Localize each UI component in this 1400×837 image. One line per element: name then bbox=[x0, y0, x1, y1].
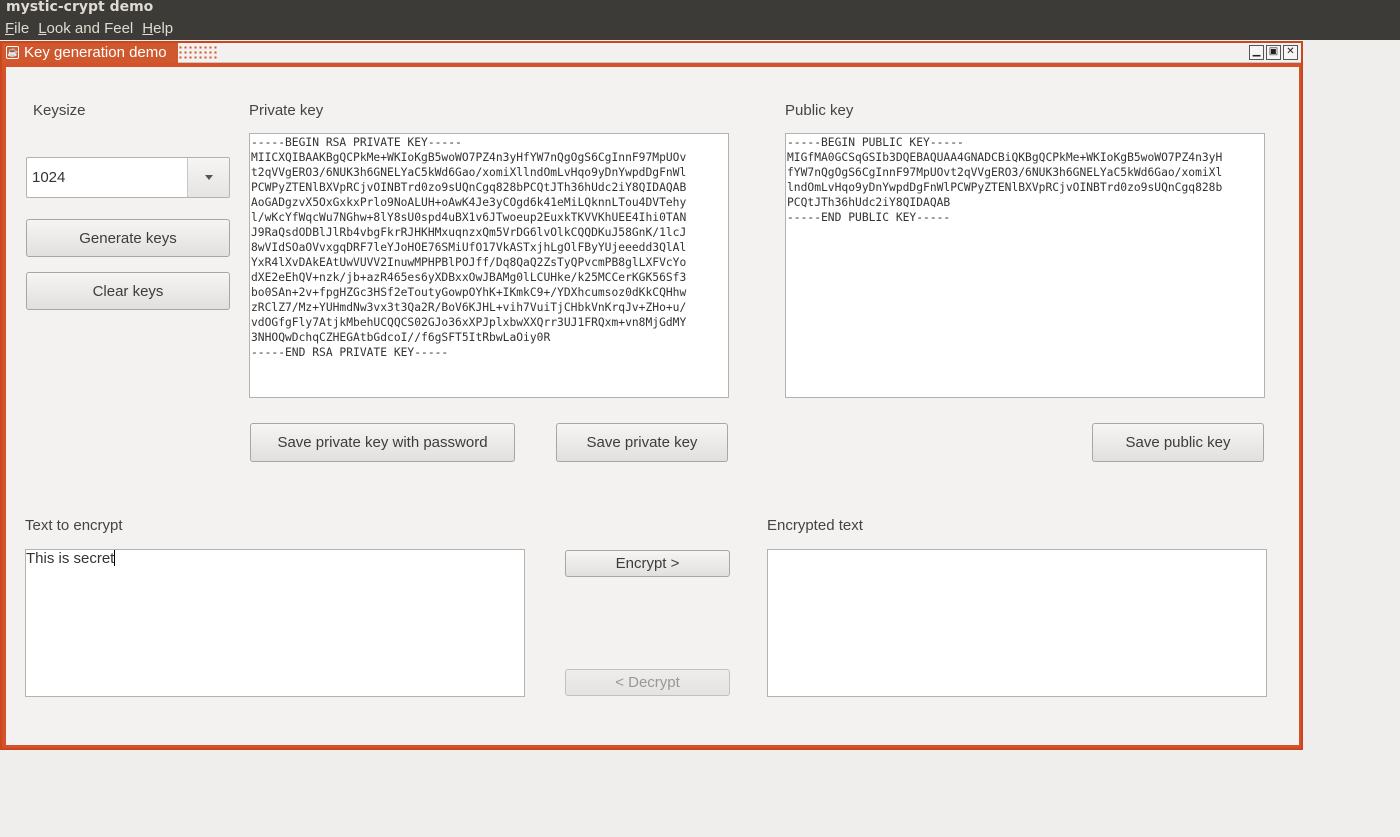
text-to-encrypt-label: Text to encrypt bbox=[25, 517, 123, 534]
menu-help-mnemonic: H bbox=[142, 20, 154, 37]
menu-look-and-feel[interactable]: Look and Feel bbox=[38, 20, 133, 37]
private-key-text: -----BEGIN RSA PRIVATE KEY----- MIICXQIB… bbox=[251, 136, 687, 359]
menu-help[interactable]: Help bbox=[142, 20, 173, 37]
close-icon[interactable]: ✕ bbox=[1283, 45, 1298, 60]
text-to-encrypt-textarea[interactable]: This is secret bbox=[25, 549, 525, 697]
menu-file-mnemonic: F bbox=[5, 20, 15, 37]
text-to-encrypt-content: This is secret bbox=[26, 550, 115, 567]
public-key-text: -----BEGIN PUBLIC KEY----- MIGfMA0GCSqGS… bbox=[787, 136, 1223, 224]
java-cup-icon: ☕ bbox=[6, 46, 19, 59]
public-key-textarea[interactable]: -----BEGIN PUBLIC KEY----- MIGfMA0GCSqGS… bbox=[785, 133, 1265, 398]
frame-content: Keysize 1024 Generate keys Clear keys Pr… bbox=[6, 67, 1299, 745]
app-title: mystic-crypt demo bbox=[0, 0, 1400, 17]
clear-keys-button[interactable]: Clear keys bbox=[26, 272, 230, 310]
private-key-label: Private key bbox=[249, 102, 324, 119]
keysize-combobox[interactable]: 1024 bbox=[26, 157, 230, 198]
save-public-key-button[interactable]: Save public key bbox=[1092, 423, 1264, 462]
private-key-textarea[interactable]: -----BEGIN RSA PRIVATE KEY----- MIICXQIB… bbox=[249, 133, 729, 398]
public-key-label: Public key bbox=[785, 102, 854, 119]
keysize-label: Keysize bbox=[33, 102, 86, 119]
menu-look-label: ook and Feel bbox=[46, 20, 134, 37]
frame-title-tab[interactable]: ☕ Key generation demo bbox=[2, 43, 178, 63]
menu-file[interactable]: File bbox=[5, 20, 29, 37]
menu-look-mnemonic: L bbox=[38, 20, 47, 37]
save-private-key-with-password-button[interactable]: Save private key with password bbox=[250, 423, 515, 462]
titlebar-grip bbox=[178, 45, 218, 61]
save-private-key-button[interactable]: Save private key bbox=[556, 423, 728, 462]
keysize-value: 1024 bbox=[32, 169, 66, 186]
menu-file-label: ile bbox=[14, 20, 30, 37]
frame-titlebar[interactable]: ☕ Key generation demo ▁ ▣ ✕ bbox=[2, 43, 1301, 63]
decrypt-button[interactable]: < Decrypt bbox=[565, 669, 730, 696]
encrypted-text-textarea[interactable] bbox=[767, 549, 1267, 697]
encrypted-text-label: Encrypted text bbox=[767, 517, 863, 534]
menubar: File Look and Feel Help bbox=[0, 17, 1400, 40]
menu-help-label: elp bbox=[153, 20, 174, 37]
minimize-icon[interactable]: ▁ bbox=[1249, 45, 1264, 60]
frame-title: Key generation demo bbox=[24, 44, 167, 61]
generate-keys-button[interactable]: Generate keys bbox=[26, 219, 230, 257]
text-to-encrypt-value: This is secret bbox=[26, 550, 524, 567]
chevron-down-icon bbox=[205, 175, 213, 180]
keysize-dropdown-button[interactable] bbox=[187, 158, 229, 197]
internal-frame: ☕ Key generation demo ▁ ▣ ✕ Keysize 1024… bbox=[0, 41, 1303, 750]
text-caret bbox=[114, 550, 116, 566]
maximize-icon[interactable]: ▣ bbox=[1266, 45, 1281, 60]
encrypt-button[interactable]: Encrypt > bbox=[565, 550, 730, 577]
window-controls: ▁ ▣ ✕ bbox=[1249, 45, 1298, 60]
